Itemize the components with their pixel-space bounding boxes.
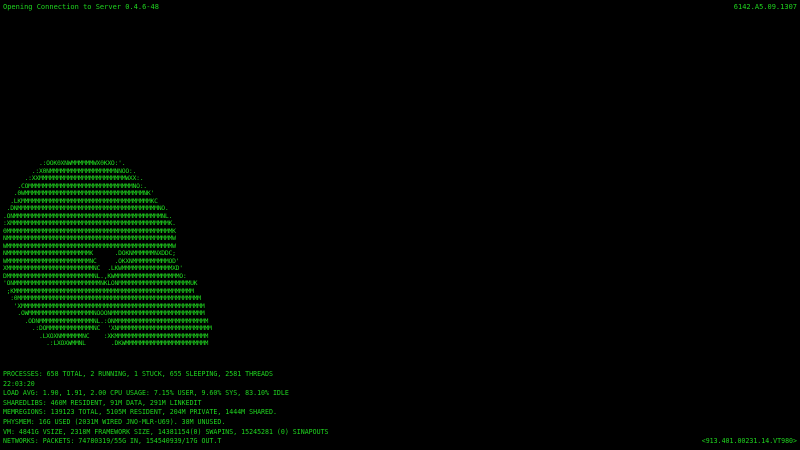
load-avg-stat: LOAD AVG: 1.90, 1.91, 2.00 CPU USAGE: 7.… bbox=[3, 389, 289, 398]
sharedlibs-stat: SHAREDLIBS: 460M RESIDENT, 91M DATA, 291… bbox=[3, 398, 202, 407]
session-id-text: 6142.A5.09.1307 bbox=[733, 3, 797, 11]
vm-stat: VM: 4841G VSIZE, 2318M FRAMEWORK SIZE, 1… bbox=[3, 427, 329, 436]
connection-status-text: Opening Connection to Server 0.4.6-48 bbox=[3, 3, 159, 11]
system-stats-panel: PROCESSES: 658 TOTAL, 2 RUNNING, 1 STUCK… bbox=[3, 370, 329, 447]
server-address-text: <913.401.00231.14.VT980> bbox=[701, 437, 797, 445]
processes-stat: PROCESSES: 658 TOTAL, 2 RUNNING, 1 STUCK… bbox=[3, 370, 273, 378]
memregions-stat: MEMREGIONS: 139123 TOTAL, 5105M RESIDENT… bbox=[3, 408, 277, 417]
clock-text: 22:03:20 bbox=[3, 379, 35, 388]
physmem-stat: PHYSMEM: 16G USED (2031M WIRED JNO-MLR-U… bbox=[3, 417, 226, 426]
networks-stat: NETWORKS: PACKETS: 74780319/55G IN, 1545… bbox=[3, 437, 222, 446]
ascii-art-logo: .:OOK0XNWMMMMMMWX0KXO:'. .:X0NMMMMMMMMMM… bbox=[3, 159, 212, 347]
